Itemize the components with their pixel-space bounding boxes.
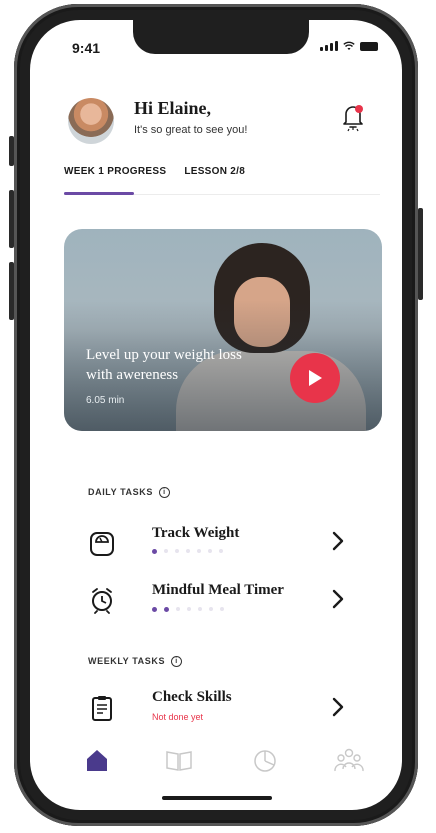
alarm-clock-icon xyxy=(92,588,112,614)
home-indicator[interactable] xyxy=(162,796,272,800)
volume-up-button xyxy=(9,190,14,248)
people-icon[interactable] xyxy=(334,745,364,775)
video-card[interactable]: Level up your weight loss with awereness… xyxy=(64,229,382,431)
active-tab-indicator xyxy=(64,192,134,195)
chevron-right-icon[interactable] xyxy=(330,696,346,718)
app-screen: 9:41 Hi Elaine, It's so great to see you… xyxy=(30,20,402,810)
mute-switch xyxy=(9,136,14,166)
book-icon[interactable] xyxy=(164,745,194,775)
notch xyxy=(133,20,309,54)
home-icon[interactable] xyxy=(82,745,112,775)
clipboard-icon xyxy=(92,696,112,721)
battery-icon xyxy=(360,42,378,51)
tab-week-progress[interactable]: WEEK 1 PROGRESS xyxy=(64,166,166,177)
video-duration: 6.05 min xyxy=(86,395,125,406)
wifi-icon xyxy=(343,41,355,50)
status-time: 9:41 xyxy=(72,40,101,56)
bottom-nav xyxy=(30,745,402,785)
tab-lesson[interactable]: LESSON 2/8 xyxy=(184,166,245,177)
chevron-right-icon[interactable] xyxy=(330,588,346,610)
play-icon xyxy=(309,370,322,386)
progress-tabs: WEEK 1 PROGRESS LESSON 2/8 xyxy=(64,166,245,177)
info-icon[interactable]: i xyxy=(171,656,183,668)
task-status: Not done yet xyxy=(152,712,204,722)
task-progress-dots xyxy=(152,607,224,612)
task-title-check-skills[interactable]: Check Skills xyxy=(152,689,232,706)
daily-tasks-label: DAILY TASKS i xyxy=(88,487,170,499)
notification-bell-icon[interactable] xyxy=(340,102,366,132)
volume-down-button xyxy=(9,262,14,320)
status-icons xyxy=(320,41,378,51)
power-button xyxy=(418,208,423,300)
signal-icon xyxy=(320,41,338,51)
chevron-right-icon[interactable] xyxy=(330,530,346,552)
avatar[interactable] xyxy=(68,98,114,144)
play-button[interactable] xyxy=(290,353,340,403)
task-title-mindful-meal-timer[interactable]: Mindful Meal Timer xyxy=(152,582,284,599)
greeting-subtitle: It's so great to see you! xyxy=(134,124,248,136)
weekly-tasks-label: WEEKLY TASKS i xyxy=(88,656,183,668)
task-title-track-weight[interactable]: Track Weight xyxy=(152,525,239,542)
scale-icon xyxy=(90,532,114,556)
greeting: Hi Elaine, xyxy=(134,98,212,118)
task-progress-dots xyxy=(152,549,223,554)
info-icon[interactable]: i xyxy=(158,487,170,499)
pie-chart-icon[interactable] xyxy=(250,745,280,775)
video-title: Level up your weight loss with awereness xyxy=(86,347,242,383)
